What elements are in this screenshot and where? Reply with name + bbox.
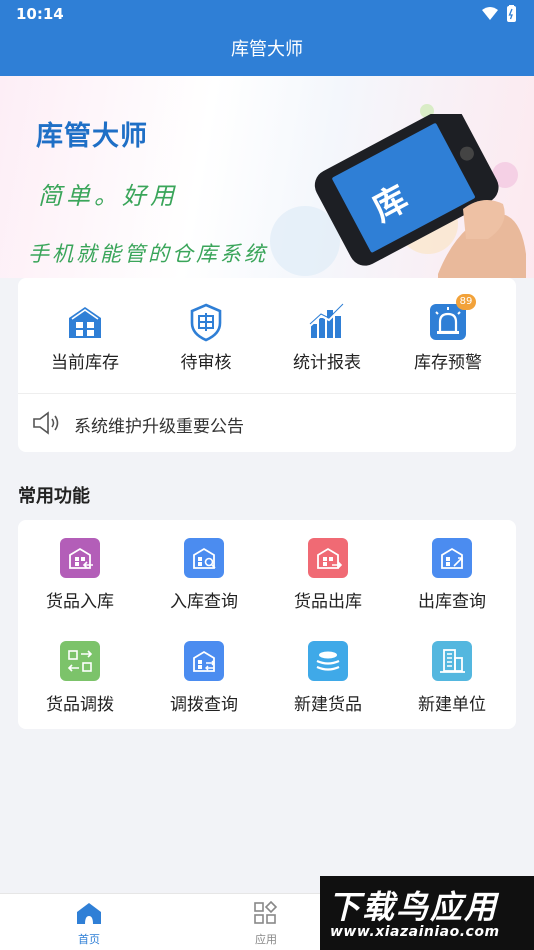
status-time: 10:14	[16, 5, 64, 23]
watermark-title: 下载鸟应用	[328, 888, 499, 926]
watermark-logo: 下载鸟应用 www.xiazainiao.com	[320, 876, 534, 950]
banner-title: 库管大师	[36, 121, 148, 152]
func-label: 货品出库	[294, 592, 362, 612]
banner-tagline: 手机就能管的仓库系统	[28, 242, 268, 266]
func-goods-in[interactable]: 货品入库	[18, 538, 142, 618]
goods-in-icon	[60, 538, 100, 578]
quick-label: 待审核	[180, 353, 232, 373]
warehouse-icon	[69, 307, 101, 338]
func-goods-out[interactable]: 货品出库	[266, 538, 390, 618]
phone-illustration: 库	[314, 114, 526, 278]
func-new-unit[interactable]: 新建单位	[390, 641, 514, 721]
quick-label: 当前库存	[51, 353, 119, 373]
func-label: 新建货品	[294, 695, 362, 715]
func-label: 出库查询	[418, 592, 486, 612]
new-goods-icon	[308, 641, 348, 681]
transfer-query-icon	[184, 641, 224, 681]
func-label: 入库查询	[170, 592, 238, 612]
announcement-row[interactable]: 系统维护升级重要公告	[32, 406, 502, 440]
quick-label: 统计报表	[293, 353, 361, 373]
card-divider	[18, 393, 516, 394]
watermark-url: www.xiazainiao.com	[330, 924, 500, 940]
transfer-icon	[60, 641, 100, 681]
nav-label: 应用	[255, 933, 277, 946]
shield-audit-icon	[190, 303, 222, 342]
bar-chart-icon	[309, 303, 344, 338]
quick-stock-alert[interactable]: 89 库存预警	[393, 294, 503, 374]
func-label: 新建单位	[418, 695, 486, 715]
nav-home[interactable]: 首页	[49, 901, 129, 947]
banner-slogan: 简单。好用	[38, 182, 178, 210]
func-label: 调拨查询	[170, 695, 238, 715]
goods-out-icon	[308, 538, 348, 578]
alert-count-badge: 89	[456, 294, 476, 310]
apps-icon	[254, 900, 278, 924]
home-icon	[77, 903, 101, 924]
out-query-icon	[432, 538, 472, 578]
in-query-icon	[184, 538, 224, 578]
nav-apps[interactable]: 应用	[226, 900, 306, 947]
section-title: 常用功能	[18, 486, 90, 507]
promo-banner[interactable]: 库管大师 简单。好用 手机就能管的仓库系统 库	[0, 76, 534, 278]
func-new-goods[interactable]: 新建货品	[266, 641, 390, 721]
speaker-icon	[33, 411, 59, 435]
func-label: 货品调拨	[46, 695, 114, 715]
quick-current-stock[interactable]: 当前库存	[30, 302, 140, 374]
func-label: 货品入库	[46, 592, 114, 612]
nav-label: 首页	[78, 933, 100, 946]
func-transfer-query[interactable]: 调拨查询	[142, 641, 266, 721]
status-bar: 10:14	[0, 0, 534, 28]
page-title: 库管大师	[231, 39, 303, 60]
quick-label: 库存预警	[414, 353, 482, 373]
func-transfer[interactable]: 货品调拨	[18, 641, 142, 721]
announcement-text: 系统维护升级重要公告	[74, 417, 244, 437]
func-out-query[interactable]: 出库查询	[390, 538, 514, 618]
new-unit-icon	[432, 641, 472, 681]
quick-actions-card: 当前库存 待审核 统计报表 89 库存预警 系统维护升级重要公告	[18, 278, 516, 452]
quick-statistics[interactable]: 统计报表	[272, 302, 382, 374]
func-in-query[interactable]: 入库查询	[142, 538, 266, 618]
app-bar: 库管大师	[0, 28, 534, 76]
wifi-battery-icon	[482, 5, 516, 22]
common-functions-card: 货品入库 入库查询 货品出库 出库查询 货品调拨 调拨查询 新建货品 新建单位	[18, 520, 516, 729]
alarm-light-icon-wrap: 89	[428, 294, 476, 342]
quick-pending-review[interactable]: 待审核	[151, 302, 261, 374]
